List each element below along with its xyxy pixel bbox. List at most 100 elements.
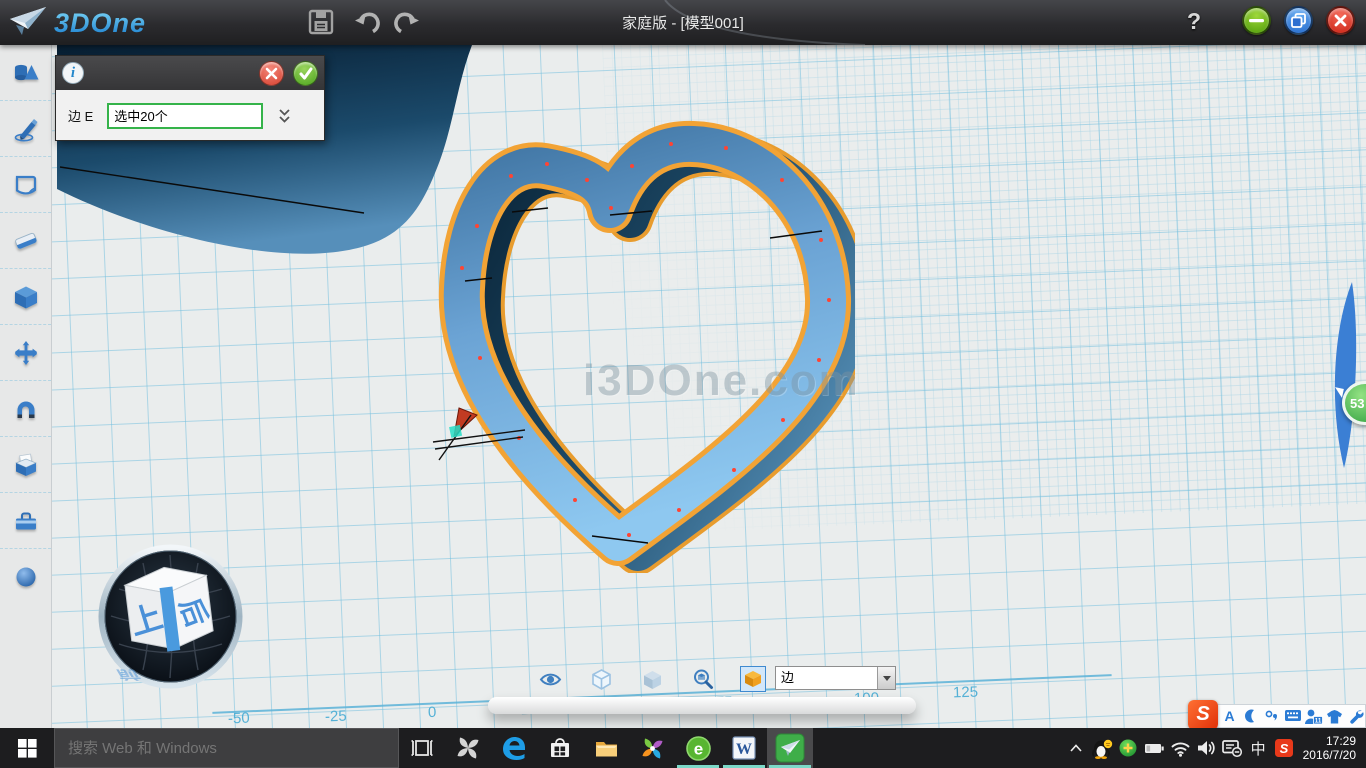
svg-text:S: S bbox=[1280, 741, 1289, 756]
taskbar-app-store[interactable] bbox=[537, 728, 583, 768]
tray-sogou-icon[interactable]: S bbox=[1273, 728, 1296, 768]
sidebar-item-surface[interactable] bbox=[0, 157, 51, 213]
toolbox-icon bbox=[12, 507, 40, 535]
edge-selection-input[interactable] bbox=[107, 103, 263, 129]
ime-fullhalf-moon-icon[interactable] bbox=[1241, 705, 1260, 727]
tray-notification-icon[interactable] bbox=[1221, 728, 1244, 768]
badge-pointer bbox=[1333, 387, 1344, 398]
taskbar-app-green-browser[interactable]: e bbox=[675, 728, 721, 768]
sidebar-item-move[interactable] bbox=[0, 325, 51, 381]
magnet-icon bbox=[12, 395, 40, 423]
sidebar-item-magnet[interactable] bbox=[0, 381, 51, 437]
undo-button[interactable] bbox=[352, 8, 382, 38]
tray-wifi-icon[interactable] bbox=[1169, 728, 1192, 768]
axis-label: -50 bbox=[228, 710, 250, 728]
chevron-down-icon bbox=[883, 676, 891, 681]
svg-text:11: 11 bbox=[1315, 717, 1322, 724]
solids-icon bbox=[12, 59, 40, 87]
taskbar-search[interactable] bbox=[54, 728, 399, 768]
move-arrows-icon bbox=[12, 339, 40, 367]
sidebar-item-material[interactable] bbox=[0, 549, 51, 605]
3done-window: -50 -25 0 25 75 100 125 bbox=[0, 0, 1366, 768]
tray-date: 2016/7/20 bbox=[1303, 748, 1356, 762]
view-cube[interactable]: 上 后 前 bbox=[97, 543, 244, 690]
window-title: 家庭版 - [模型001] bbox=[622, 12, 744, 33]
sidebar-item-solids[interactable] bbox=[0, 45, 51, 101]
model-heart[interactable] bbox=[425, 118, 855, 573]
ime-keyboard-icon[interactable] bbox=[1283, 705, 1302, 727]
tray-volume-icon[interactable] bbox=[1195, 728, 1218, 768]
axis-label: 125 bbox=[953, 684, 979, 702]
sketch-pencil-icon bbox=[12, 115, 40, 143]
info-icon: i bbox=[62, 62, 84, 84]
watermark: i3DOne.com bbox=[583, 356, 860, 406]
dropdown-arrow-button[interactable] bbox=[877, 667, 895, 689]
app-logo: 3DOne bbox=[8, 3, 146, 43]
tray-clock[interactable]: 17:29 2016/7/20 bbox=[1303, 734, 1362, 762]
pick-filter-dropdown[interactable]: 边 bbox=[775, 666, 896, 690]
shaded-view-icon[interactable] bbox=[639, 666, 665, 692]
ime-settings-wrench-icon[interactable] bbox=[1346, 705, 1365, 727]
windows-taskbar: e W bbox=[0, 728, 1366, 768]
special-effects-box-icon bbox=[12, 451, 40, 479]
taskbar-app-pinwheel[interactable] bbox=[445, 728, 491, 768]
restore-button[interactable] bbox=[1284, 6, 1313, 35]
redo-button[interactable] bbox=[392, 8, 422, 38]
taskbar-app-word[interactable]: W bbox=[721, 728, 767, 768]
title-bar: 3DOne 家庭版 - [模型001] ? bbox=[0, 0, 1366, 45]
axis-label: -25 bbox=[325, 708, 347, 726]
sogou-logo[interactable]: S bbox=[1188, 700, 1218, 730]
tray-qq-icon[interactable] bbox=[1091, 728, 1114, 768]
ground-plane-bar bbox=[488, 697, 916, 714]
sidebar-item-sketch[interactable] bbox=[0, 101, 51, 157]
minimize-button[interactable] bbox=[1242, 6, 1271, 35]
taskbar-app-explorer[interactable] bbox=[583, 728, 629, 768]
pick-filter-value: 边 bbox=[776, 667, 877, 689]
wireframe-view-icon[interactable] bbox=[588, 666, 614, 692]
taskbar-app-3done[interactable] bbox=[767, 728, 813, 768]
ime-toolbar: A 11 bbox=[1203, 704, 1366, 728]
ime-account-icon[interactable]: 11 bbox=[1304, 705, 1323, 727]
tray-chevron-up-icon[interactable] bbox=[1065, 728, 1088, 768]
expand-double-chevron-icon[interactable] bbox=[277, 108, 292, 124]
system-tray: 中 S 17:29 2016/7/20 bbox=[1065, 728, 1366, 768]
badge-count: 53 bbox=[1350, 396, 1364, 411]
svg-text:W: W bbox=[736, 741, 752, 758]
sidebar-item-eraser[interactable] bbox=[0, 213, 51, 269]
cancel-button[interactable] bbox=[259, 61, 284, 86]
tray-ime-indicator[interactable]: 中 bbox=[1247, 728, 1270, 768]
tray-battery-icon[interactable] bbox=[1143, 728, 1166, 768]
pick-filter-icon[interactable] bbox=[740, 666, 766, 692]
ime-mode-letter[interactable]: A bbox=[1220, 705, 1239, 727]
confirm-button[interactable] bbox=[293, 61, 318, 86]
taskbar-app-360[interactable] bbox=[629, 728, 675, 768]
close-button[interactable] bbox=[1326, 6, 1355, 35]
tool-sidebar bbox=[0, 45, 52, 728]
zoom-view-icon[interactable] bbox=[690, 666, 716, 692]
eraser-icon bbox=[12, 227, 40, 255]
help-button[interactable]: ? bbox=[1182, 8, 1206, 35]
material-sphere-icon bbox=[12, 563, 40, 591]
dialog-header[interactable]: i bbox=[56, 56, 324, 90]
sidebar-item-toolbox[interactable] bbox=[0, 493, 51, 549]
svg-text:e: e bbox=[693, 739, 702, 758]
save-button[interactable] bbox=[307, 8, 337, 38]
feature-cube-icon bbox=[12, 283, 40, 311]
search-input[interactable] bbox=[55, 740, 398, 757]
axis-label: 0 bbox=[428, 704, 437, 721]
ime-punctuation-icon[interactable] bbox=[1262, 705, 1281, 727]
paper-plane-logo-icon bbox=[8, 5, 48, 41]
ime-skin-icon[interactable] bbox=[1325, 705, 1344, 727]
taskbar-app-edge[interactable] bbox=[491, 728, 537, 768]
app-name: 3DOne bbox=[54, 8, 146, 39]
sidebar-item-feature[interactable] bbox=[0, 269, 51, 325]
tray-360-icon[interactable] bbox=[1117, 728, 1140, 768]
edge-field-label: 边 E bbox=[68, 106, 93, 125]
selection-dialog: i 边 E bbox=[55, 55, 325, 141]
start-button[interactable] bbox=[0, 728, 54, 768]
task-view-button[interactable] bbox=[399, 728, 445, 768]
sidebar-item-effects[interactable] bbox=[0, 437, 51, 493]
surface-icon bbox=[12, 171, 40, 199]
tray-time: 17:29 bbox=[1303, 734, 1356, 748]
visibility-eye-icon[interactable] bbox=[537, 666, 563, 692]
